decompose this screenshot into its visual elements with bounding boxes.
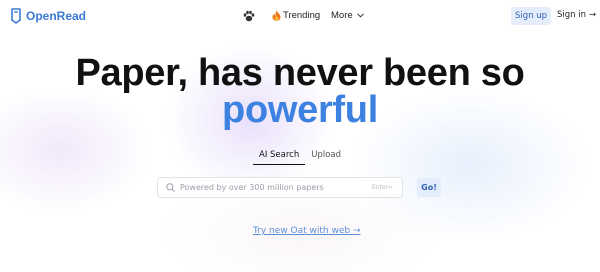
search-box: Enter↵ (157, 177, 403, 198)
fire-icon (272, 10, 281, 21)
hero-highlight: powerful (222, 89, 378, 131)
signup-button[interactable]: Sign up (511, 7, 551, 25)
tab-upload[interactable]: Upload (305, 150, 347, 165)
go-button[interactable]: Go! (417, 178, 441, 197)
openread-logo-icon (11, 8, 21, 24)
arrow-right-icon: → (589, 10, 597, 20)
nav-trending[interactable]: Trending (272, 10, 320, 21)
paw-icon[interactable] (242, 9, 256, 23)
search-mode-tabs: AI Search Upload (253, 150, 347, 165)
more-label: More (331, 10, 353, 21)
try-oat-link[interactable]: Try new Oat with web → (253, 226, 360, 236)
logo-text: OpenRead (26, 9, 87, 23)
top-nav: OpenRead Trending More Sign up Sign in → (0, 0, 600, 32)
chevron-down-icon (356, 13, 364, 18)
logo[interactable]: OpenRead (10, 8, 86, 24)
tab-ai-search[interactable]: AI Search (253, 150, 306, 165)
search-icon (166, 183, 175, 192)
enter-key-hint: Enter↵ (372, 184, 394, 191)
trending-label: Trending (283, 10, 321, 21)
signin-label: Sign in (557, 10, 586, 20)
search-input[interactable] (180, 179, 370, 196)
signin-link[interactable]: Sign in → (557, 10, 596, 20)
nav-more-dropdown[interactable]: More (331, 10, 364, 21)
